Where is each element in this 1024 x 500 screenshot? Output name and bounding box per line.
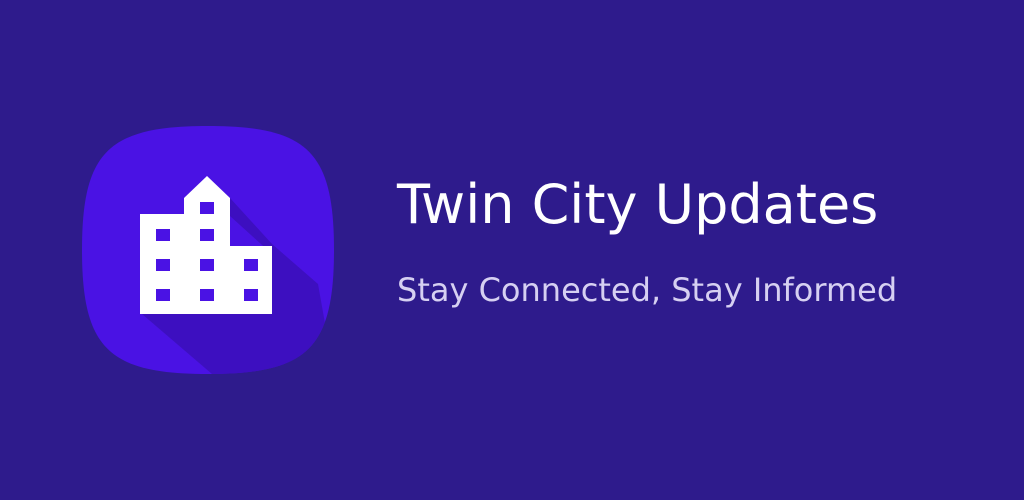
building-icon [82,126,334,374]
app-tagline: Stay Connected, Stay Informed [397,271,898,309]
app-banner: Twin City Updates Stay Connected, Stay I… [0,0,1024,500]
app-title: Twin City Updates [397,173,879,236]
app-icon [82,126,334,374]
